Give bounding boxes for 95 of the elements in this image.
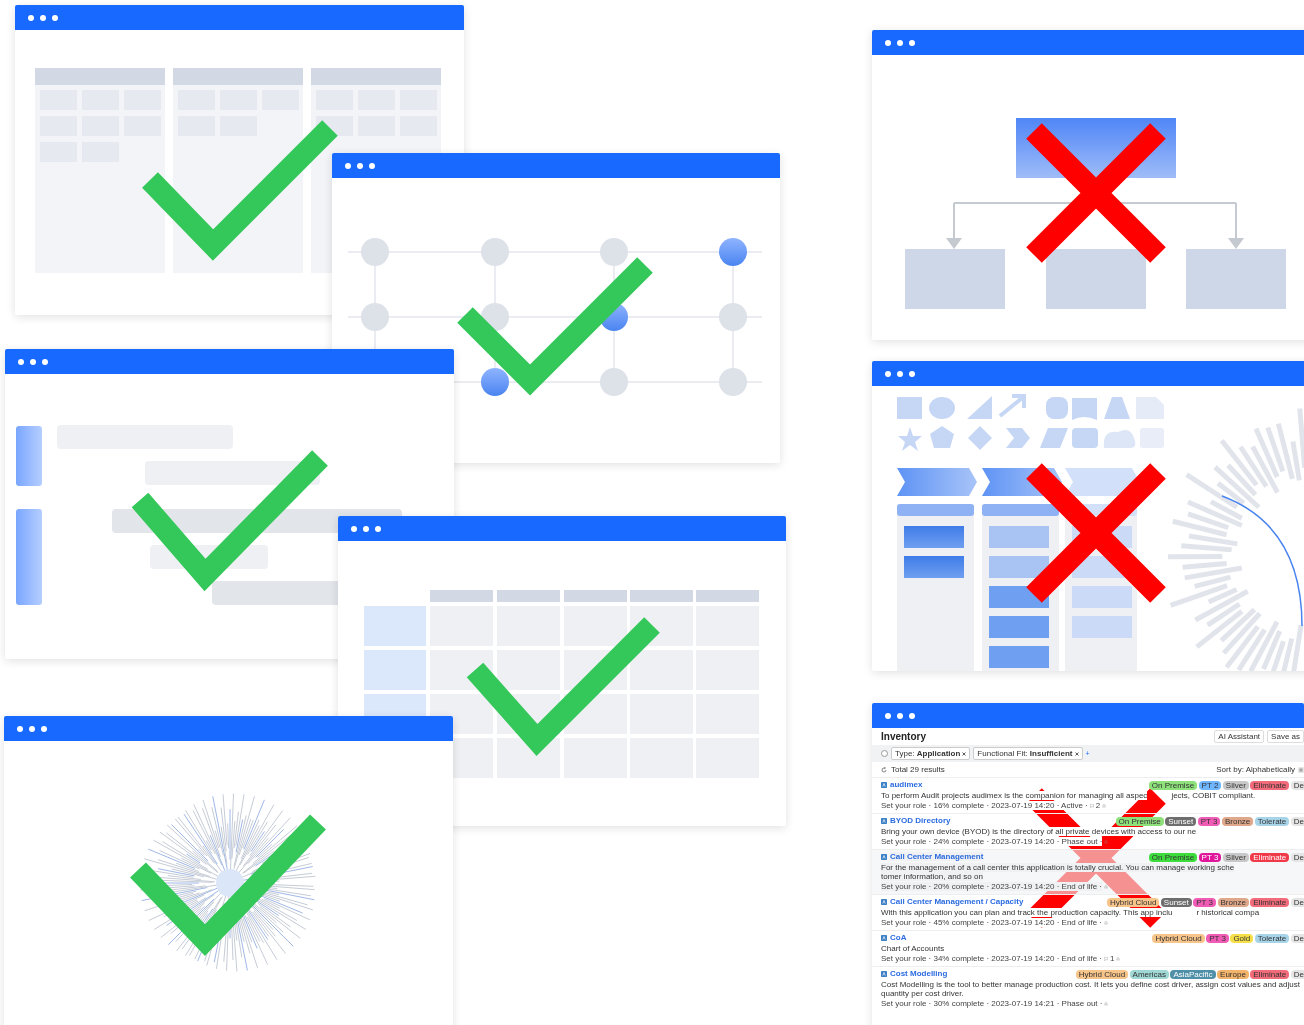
tag: Bronze xyxy=(1217,898,1249,907)
item-description: Bring your own device (BYOD) is the directory of all private devices with access to our ne xyxy=(881,827,1197,836)
item-description: jects, COBIT compliant. xyxy=(1171,791,1256,800)
app-icon xyxy=(881,970,887,977)
window-controls-icon[interactable] xyxy=(17,725,47,732)
tag: PT 3 xyxy=(1206,934,1229,943)
tag: Silver xyxy=(1222,781,1249,790)
inventory-row[interactable] xyxy=(872,777,1304,813)
window-controls-icon[interactable] xyxy=(885,39,915,46)
window-controls-icon[interactable] xyxy=(28,14,58,21)
bell-icon xyxy=(1116,956,1121,961)
item-meta: Set your role · 24% complete · 2023-07-19 14:20 · Phase out · xyxy=(881,837,1103,846)
tag: Hybrid Cloud xyxy=(1107,898,1160,907)
window-controls-icon[interactable] xyxy=(885,370,915,377)
item-meta: Set your role · 30% complete · 2023-07-19 14:21 · Phase out · xyxy=(881,999,1103,1008)
item-description: For the management of a call center this application is totally crucial. You can manage working sche xyxy=(881,863,1235,872)
tag: Hybrid Cloud xyxy=(1075,970,1129,979)
filter-icon xyxy=(881,750,888,757)
app-icon xyxy=(881,853,887,860)
tag: Eliminate xyxy=(1250,970,1290,979)
item-name-link[interactable]: Cost Modelling xyxy=(890,969,948,978)
tag: De xyxy=(1290,781,1304,790)
app-icon xyxy=(881,898,887,905)
item-description: Chart of Accounts xyxy=(881,944,945,953)
item-meta: Set your role · 16% complete · 2023-07-19 14:20 · Active · xyxy=(881,801,1088,810)
tag: Sunset xyxy=(1160,898,1192,907)
item-description: tomer information, and so on xyxy=(881,872,983,881)
item-meta: Set your role · 20% complete · 2023-07-19 14:20 · End of life · xyxy=(881,882,1102,891)
tag: Eliminate xyxy=(1250,781,1290,790)
page-title: Inventory xyxy=(881,730,926,743)
tag: Tolerate xyxy=(1254,934,1290,943)
comment-icon xyxy=(1104,956,1108,961)
list-view-icon[interactable] xyxy=(1298,766,1304,773)
tag: Europe xyxy=(1217,970,1249,979)
tag: Tolerate xyxy=(1254,817,1290,826)
bell-icon xyxy=(1104,1001,1109,1006)
window-controls-icon[interactable] xyxy=(351,525,381,532)
close-icon xyxy=(1074,751,1079,756)
bell-icon xyxy=(1102,803,1107,808)
inventory-row[interactable] xyxy=(872,849,1304,894)
item-name-link[interactable]: audimex xyxy=(890,780,923,789)
item-description: r historical compa xyxy=(1196,908,1260,917)
tag: Silver xyxy=(1222,853,1249,862)
tag: Eliminate xyxy=(1250,898,1290,907)
tag: Gold xyxy=(1230,934,1254,943)
tag: De xyxy=(1290,898,1304,907)
filter-chip[interactable]: Type: Application xyxy=(891,747,971,760)
tag: AsiaPacific xyxy=(1170,970,1216,979)
tag: Americas xyxy=(1129,970,1169,979)
inventory-row[interactable] xyxy=(872,894,1304,930)
item-name-link[interactable]: CoA xyxy=(890,933,907,942)
tag: PT 3 xyxy=(1193,898,1216,907)
item-name-link[interactable]: Call Center Management xyxy=(890,852,984,861)
action-button[interactable]: Save as xyxy=(1267,730,1304,743)
item-meta: Set your role · 45% complete · 2023-07-19 14:20 · End of life · xyxy=(881,918,1102,927)
tag: PT 3 xyxy=(1198,853,1222,862)
comment-count: 2 xyxy=(1095,801,1101,810)
refresh-icon[interactable] xyxy=(881,766,887,773)
item-name-link[interactable]: Call Center Management / Capacity xyxy=(890,897,1024,906)
tag: De xyxy=(1290,934,1304,943)
app-icon xyxy=(881,817,887,824)
action-button[interactable]: AI Assistant xyxy=(1214,730,1265,743)
inventory-row[interactable]: CoA Hybrid Cloud PT 3 Gold Tolerate De Chart of Accounts Set your role · 34% complete · 2023-07-19 14:20 · End of life · 1 xyxy=(872,930,1304,966)
app-icon xyxy=(881,934,887,941)
tag: Eliminate xyxy=(1250,853,1290,862)
item-name-link[interactable]: BYOD Directory xyxy=(890,816,951,825)
tag: Bronze xyxy=(1221,817,1254,826)
bell-icon xyxy=(1104,839,1109,844)
tag: PT 3 xyxy=(1197,817,1221,826)
tag: Sunset xyxy=(1165,817,1197,826)
filter-chip[interactable]: Functional Fit: Insufficient xyxy=(973,747,1083,760)
results-count: Total 29 results xyxy=(891,765,945,774)
item-description: To perform Audit projects audimex is the companion for managing all aspec xyxy=(881,791,1148,800)
tag: On Premise xyxy=(1148,781,1198,790)
tag: De xyxy=(1290,853,1304,862)
window-controls-icon[interactable] xyxy=(885,712,915,719)
window-controls-icon[interactable] xyxy=(345,162,375,169)
comment-count: 1 xyxy=(1110,954,1115,963)
item-description: With this application you can plan and track the production capacity. This app inclu xyxy=(881,908,1173,917)
app-icon xyxy=(881,781,887,788)
tag: De xyxy=(1290,970,1304,979)
inventory-row[interactable] xyxy=(872,813,1304,849)
tag: De xyxy=(1290,817,1304,826)
tag: On Premise xyxy=(1148,853,1198,862)
tag: On Premise xyxy=(1115,817,1164,826)
tag: PT 2 xyxy=(1198,781,1222,790)
comment-icon xyxy=(1089,803,1094,808)
window-controls-icon[interactable] xyxy=(18,358,48,365)
bell-icon xyxy=(1104,884,1108,889)
sort-dropdown[interactable]: Sort by: Alphabetically xyxy=(1216,765,1295,774)
item-description: Cost Modelling is the tool to better manage production cost. It lets you define cost driver, assign cost values and adjust quantity per cost driver. xyxy=(881,980,1300,998)
close-icon xyxy=(962,751,967,756)
tag: Hybrid Cloud xyxy=(1152,934,1205,943)
inventory-row[interactable] xyxy=(872,966,1304,1011)
item-meta: Set your role · 34% complete · 2023-07-19 14:20 · End of life · xyxy=(881,954,1102,963)
